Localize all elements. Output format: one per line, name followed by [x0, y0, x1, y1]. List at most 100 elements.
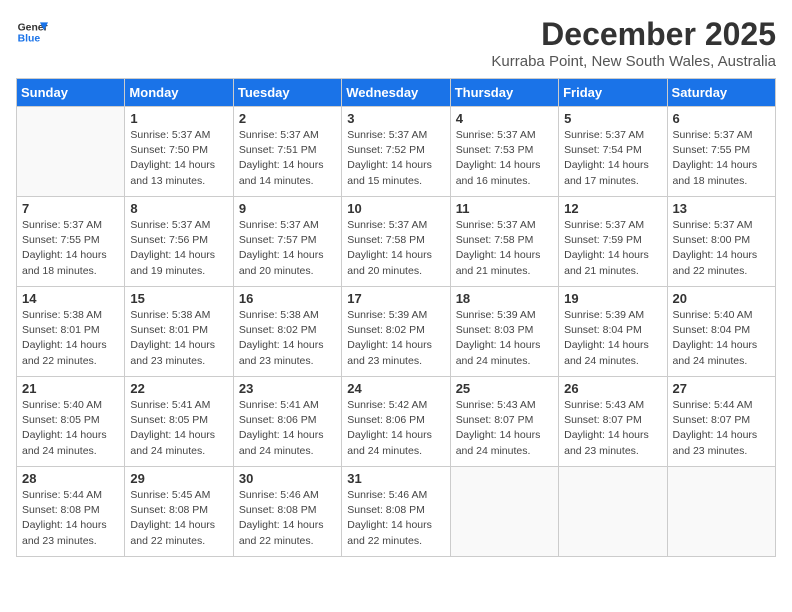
- day-info: Sunrise: 5:46 AMSunset: 8:08 PMDaylight:…: [239, 488, 336, 549]
- day-info: Sunrise: 5:37 AMSunset: 7:57 PMDaylight:…: [239, 218, 336, 279]
- day-number: 15: [130, 291, 227, 306]
- day-of-week-header: Friday: [559, 79, 667, 107]
- day-info: Sunrise: 5:37 AMSunset: 7:58 PMDaylight:…: [347, 218, 444, 279]
- calendar-day-cell: 15 Sunrise: 5:38 AMSunset: 8:01 PMDayligh…: [125, 287, 233, 377]
- day-info: Sunrise: 5:43 AMSunset: 8:07 PMDaylight:…: [564, 398, 661, 459]
- day-number: 14: [22, 291, 119, 306]
- day-number: 17: [347, 291, 444, 306]
- calendar-day-cell: 3 Sunrise: 5:37 AMSunset: 7:52 PMDaylight…: [342, 107, 450, 197]
- calendar-day-cell: 19 Sunrise: 5:39 AMSunset: 8:04 PMDayligh…: [559, 287, 667, 377]
- calendar-day-cell: 28Sunrise: 5:44 AMSunset: 8:08 PMDayligh…: [17, 467, 125, 557]
- calendar-day-cell: 7Sunrise: 5:37 AMSunset: 7:55 PMDaylight…: [17, 197, 125, 287]
- calendar-day-cell: 31 Sunrise: 5:46 AMSunset: 8:08 PMDayligh…: [342, 467, 450, 557]
- calendar-day-cell: 5 Sunrise: 5:37 AMSunset: 7:54 PMDaylight…: [559, 107, 667, 197]
- calendar-day-cell: 26 Sunrise: 5:43 AMSunset: 8:07 PMDayligh…: [559, 377, 667, 467]
- calendar-day-cell: 29Sunrise: 5:45 AMSunset: 8:08 PMDayligh…: [125, 467, 233, 557]
- calendar-week-row: 21 Sunrise: 5:40 AMSunset: 8:05 PMDayligh…: [17, 377, 776, 467]
- calendar-day-cell: 13Sunrise: 5:37 AMSunset: 8:00 PMDayligh…: [667, 197, 775, 287]
- day-info: Sunrise: 5:37 AMSunset: 7:51 PMDaylight:…: [239, 128, 336, 189]
- day-number: 19: [564, 291, 661, 306]
- day-number: 31: [347, 471, 444, 486]
- day-info: Sunrise: 5:37 AMSunset: 8:00 PMDaylight:…: [673, 218, 770, 279]
- day-number: 5: [564, 111, 661, 126]
- day-number: 23: [239, 381, 336, 396]
- calendar-day-cell: 18 Sunrise: 5:39 AMSunset: 8:03 PMDayligh…: [450, 287, 558, 377]
- day-info: Sunrise: 5:38 AMSunset: 8:01 PMDaylight:…: [22, 308, 119, 369]
- day-number: 9: [239, 201, 336, 216]
- calendar-day-cell: 27 Sunrise: 5:44 AMSunset: 8:07 PMDayligh…: [667, 377, 775, 467]
- day-info: Sunrise: 5:37 AMSunset: 7:59 PMDaylight:…: [564, 218, 661, 279]
- day-of-week-header: Tuesday: [233, 79, 341, 107]
- day-number: 4: [456, 111, 553, 126]
- day-info: Sunrise: 5:37 AMSunset: 7:55 PMDaylight:…: [673, 128, 770, 189]
- day-number: 27: [673, 381, 770, 396]
- day-number: 16: [239, 291, 336, 306]
- day-of-week-header: Sunday: [17, 79, 125, 107]
- calendar-day-cell: 12Sunrise: 5:37 AMSunset: 7:59 PMDayligh…: [559, 197, 667, 287]
- calendar-day-cell: 25Sunrise: 5:43 AMSunset: 8:07 PMDayligh…: [450, 377, 558, 467]
- day-info: Sunrise: 5:38 AMSunset: 8:01 PMDaylight:…: [130, 308, 227, 369]
- day-number: 6: [673, 111, 770, 126]
- header: General Blue December 2025 Kurraba Point…: [16, 16, 776, 70]
- day-info: Sunrise: 5:46 AMSunset: 8:08 PMDaylight:…: [347, 488, 444, 549]
- logo: General Blue: [16, 16, 48, 48]
- calendar-week-row: 14 Sunrise: 5:38 AMSunset: 8:01 PMDayligh…: [17, 287, 776, 377]
- day-number: 3: [347, 111, 444, 126]
- day-number: 20: [673, 291, 770, 306]
- day-of-week-header: Monday: [125, 79, 233, 107]
- calendar-day-cell: 24 Sunrise: 5:42 AMSunset: 8:06 PMDayligh…: [342, 377, 450, 467]
- day-info: Sunrise: 5:42 AMSunset: 8:06 PMDaylight:…: [347, 398, 444, 459]
- calendar-day-cell: 2 Sunrise: 5:37 AMSunset: 7:51 PMDaylight…: [233, 107, 341, 197]
- calendar-day-cell: 8 Sunrise: 5:37 AMSunset: 7:56 PMDaylight…: [125, 197, 233, 287]
- day-number: 8: [130, 201, 227, 216]
- calendar-day-cell: 11 Sunrise: 5:37 AMSunset: 7:58 PMDayligh…: [450, 197, 558, 287]
- calendar-header-row: SundayMondayTuesdayWednesdayThursdayFrid…: [17, 79, 776, 107]
- calendar-day-cell: 23Sunrise: 5:41 AMSunset: 8:06 PMDayligh…: [233, 377, 341, 467]
- calendar-day-cell: 22 Sunrise: 5:41 AMSunset: 8:05 PMDayligh…: [125, 377, 233, 467]
- day-info: Sunrise: 5:39 AMSunset: 8:03 PMDaylight:…: [456, 308, 553, 369]
- day-info: Sunrise: 5:44 AMSunset: 8:07 PMDaylight:…: [673, 398, 770, 459]
- calendar-week-row: 1Sunrise: 5:37 AMSunset: 7:50 PMDaylight…: [17, 107, 776, 197]
- calendar-day-cell: 4Sunrise: 5:37 AMSunset: 7:53 PMDaylight…: [450, 107, 558, 197]
- day-info: Sunrise: 5:37 AMSunset: 7:52 PMDaylight:…: [347, 128, 444, 189]
- calendar-day-cell: 20 Sunrise: 5:40 AMSunset: 8:04 PMDayligh…: [667, 287, 775, 377]
- day-info: Sunrise: 5:39 AMSunset: 8:04 PMDaylight:…: [564, 308, 661, 369]
- day-info: Sunrise: 5:41 AMSunset: 8:05 PMDaylight:…: [130, 398, 227, 459]
- day-number: 18: [456, 291, 553, 306]
- day-number: 2: [239, 111, 336, 126]
- day-number: 25: [456, 381, 553, 396]
- day-number: 24: [347, 381, 444, 396]
- day-number: 11: [456, 201, 553, 216]
- calendar-day-cell: 17 Sunrise: 5:39 AMSunset: 8:02 PMDayligh…: [342, 287, 450, 377]
- day-info: Sunrise: 5:38 AMSunset: 8:02 PMDaylight:…: [239, 308, 336, 369]
- calendar-day-cell: 21 Sunrise: 5:40 AMSunset: 8:05 PMDayligh…: [17, 377, 125, 467]
- day-info: Sunrise: 5:40 AMSunset: 8:05 PMDaylight:…: [22, 398, 119, 459]
- day-info: Sunrise: 5:39 AMSunset: 8:02 PMDaylight:…: [347, 308, 444, 369]
- calendar-day-cell: 14 Sunrise: 5:38 AMSunset: 8:01 PMDayligh…: [17, 287, 125, 377]
- location-subtitle: Kurraba Point, New South Wales, Australi…: [491, 53, 776, 70]
- calendar-day-cell: [17, 107, 125, 197]
- day-info: Sunrise: 5:37 AMSunset: 7:56 PMDaylight:…: [130, 218, 227, 279]
- calendar-day-cell: 1Sunrise: 5:37 AMSunset: 7:50 PMDaylight…: [125, 107, 233, 197]
- day-number: 1: [130, 111, 227, 126]
- day-info: Sunrise: 5:37 AMSunset: 7:55 PMDaylight:…: [22, 218, 119, 279]
- svg-text:Blue: Blue: [18, 34, 41, 45]
- day-number: 21: [22, 381, 119, 396]
- day-of-week-header: Wednesday: [342, 79, 450, 107]
- title-area: December 2025 Kurraba Point, New South W…: [491, 16, 776, 70]
- day-number: 26: [564, 381, 661, 396]
- day-number: 10: [347, 201, 444, 216]
- day-info: Sunrise: 5:40 AMSunset: 8:04 PMDaylight:…: [673, 308, 770, 369]
- day-of-week-header: Thursday: [450, 79, 558, 107]
- day-info: Sunrise: 5:37 AMSunset: 7:58 PMDaylight:…: [456, 218, 553, 279]
- day-number: 22: [130, 381, 227, 396]
- calendar-day-cell: [667, 467, 775, 557]
- calendar-day-cell: 9 Sunrise: 5:37 AMSunset: 7:57 PMDaylight…: [233, 197, 341, 287]
- month-year-title: December 2025: [491, 16, 776, 53]
- calendar-day-cell: 30 Sunrise: 5:46 AMSunset: 8:08 PMDayligh…: [233, 467, 341, 557]
- day-number: 30: [239, 471, 336, 486]
- day-info: Sunrise: 5:37 AMSunset: 7:54 PMDaylight:…: [564, 128, 661, 189]
- day-of-week-header: Saturday: [667, 79, 775, 107]
- calendar-day-cell: 16 Sunrise: 5:38 AMSunset: 8:02 PMDayligh…: [233, 287, 341, 377]
- day-info: Sunrise: 5:45 AMSunset: 8:08 PMDaylight:…: [130, 488, 227, 549]
